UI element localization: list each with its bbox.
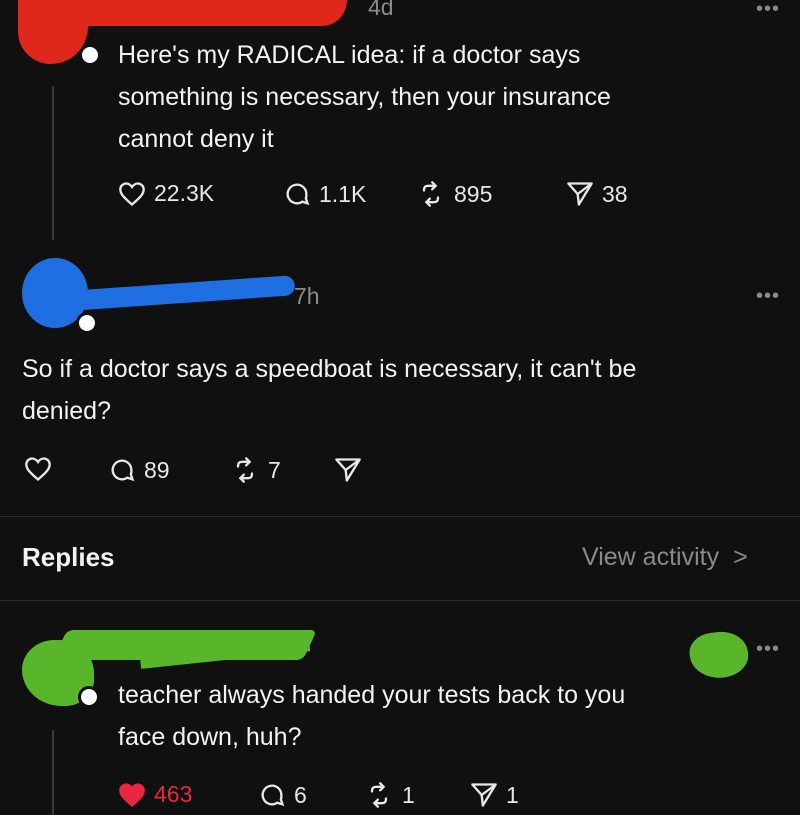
repost-count: 1 [402, 781, 415, 808]
repost-icon [422, 181, 440, 207]
share-count: 38 [602, 180, 628, 207]
view-activity-link[interactable]: View activity > [582, 543, 748, 572]
more-options-icon[interactable]: ••• [756, 638, 780, 661]
repost-button[interactable]: 1 [364, 781, 415, 809]
thread-line [52, 730, 54, 815]
share-count: 1 [506, 781, 519, 808]
follow-badge-icon[interactable] [76, 312, 98, 334]
like-button[interactable]: 22.3K [118, 180, 214, 207]
redacted-timestamp [687, 628, 751, 682]
like-button[interactable] [24, 456, 52, 482]
post-body: teacher always handed your tests back to… [118, 674, 625, 758]
like-button[interactable]: 463 [118, 781, 192, 808]
comment-icon [286, 183, 310, 206]
heart-icon [25, 457, 51, 482]
follow-badge-icon[interactable] [79, 44, 101, 66]
post-line: face down, huh? [118, 723, 302, 751]
chevron-right-icon: > [733, 543, 748, 571]
post-line: something is necessary, then your insura… [118, 83, 611, 111]
redacted-username [57, 0, 348, 26]
share-button[interactable]: 1 [470, 781, 519, 809]
post-line: So if a doctor says a speedboat is neces… [22, 355, 637, 383]
view-activity-label: View activity [582, 543, 720, 571]
follow-badge-icon[interactable] [78, 686, 100, 708]
reply-count: 6 [294, 781, 307, 808]
comment-icon [111, 459, 135, 482]
post-age: 4d [368, 0, 394, 20]
replies-title: Replies [22, 542, 115, 572]
post-line: Here's my RADICAL idea: if a doctor says [118, 41, 581, 69]
repost-icon [236, 457, 254, 483]
post-line: teacher always handed your tests back to… [118, 681, 626, 709]
share-button[interactable] [334, 456, 362, 484]
post-body: So if a doctor says a speedboat is neces… [22, 348, 636, 432]
like-count: 463 [154, 781, 193, 807]
reply-button[interactable]: 1.1K [283, 180, 366, 208]
repost-count: 895 [454, 180, 493, 207]
divider [0, 600, 800, 601]
post-body: Here's my RADICAL idea: if a doctor says… [118, 34, 611, 160]
repost-button[interactable]: 895 [416, 180, 492, 208]
reply-button[interactable]: 89 [108, 456, 170, 484]
thread-line [52, 86, 54, 240]
more-options-icon[interactable]: ••• [756, 285, 780, 308]
post-line: denied? [22, 397, 111, 425]
reply-count: 89 [144, 456, 170, 483]
redacted-username [69, 275, 296, 311]
send-icon [567, 182, 593, 206]
share-button[interactable]: 38 [566, 180, 628, 208]
divider [0, 516, 800, 517]
more-options-icon[interactable]: ••• [756, 0, 780, 21]
send-icon [335, 458, 361, 482]
post-line: cannot deny it [118, 125, 274, 153]
repost-count: 7 [268, 456, 281, 483]
heart-filled-icon [119, 782, 145, 807]
heart-icon [119, 181, 145, 206]
reply-count: 1.1K [319, 180, 367, 207]
comment-icon [261, 784, 285, 807]
send-icon [471, 783, 497, 807]
like-count: 22.3K [154, 180, 215, 206]
repost-icon [370, 782, 388, 808]
reply-button[interactable]: 6 [258, 781, 307, 809]
repost-button[interactable]: 7 [230, 456, 281, 484]
post-age: 7h [294, 283, 320, 309]
